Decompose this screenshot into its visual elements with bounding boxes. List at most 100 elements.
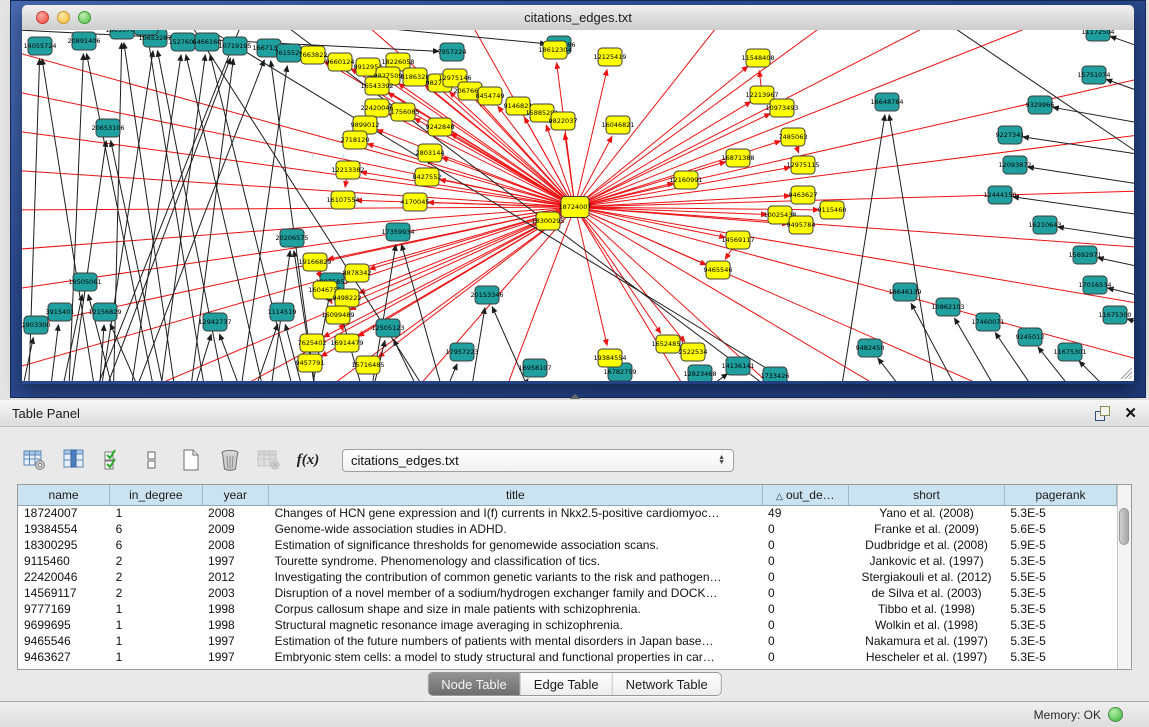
- table-cell[interactable]: 14569117: [18, 585, 110, 601]
- table-row[interactable]: 1456911722003Disruption of a novel membe…: [18, 585, 1117, 601]
- table-cell[interactable]: 5.3E-5: [1004, 585, 1116, 601]
- graph-node[interactable]: 16914479: [330, 334, 363, 352]
- table-cell[interactable]: 0: [762, 553, 849, 569]
- graph-node[interactable]: 3915401: [46, 303, 75, 321]
- graph-node[interactable]: 1114519: [268, 303, 297, 321]
- table-cell[interactable]: 0: [762, 537, 849, 553]
- graph-node[interactable]: 7663822: [299, 46, 328, 64]
- zoom-window-icon[interactable]: [78, 11, 91, 24]
- graph-node[interactable]: 16871388: [721, 149, 754, 167]
- table-selector-dropdown[interactable]: citations_edges.txt ▲▼: [342, 449, 734, 472]
- float-panel-icon[interactable]: [1095, 406, 1110, 421]
- graph-node[interactable]: 17016534: [1078, 276, 1111, 294]
- graph-node[interactable]: 11548408: [741, 49, 774, 67]
- graph-node[interactable]: 9245012: [1016, 328, 1045, 346]
- graph-node[interactable]: 18724007: [558, 197, 591, 218]
- graph-node[interactable]: 1903300: [22, 316, 50, 334]
- graph-node[interactable]: 18612304: [538, 41, 571, 59]
- network-canvas[interactable]: 1405572420891406160537621065328715276026…: [22, 30, 1134, 381]
- graph-node[interactable]: 11675300: [1098, 306, 1131, 324]
- table-cell[interactable]: 5.5E-5: [1004, 569, 1116, 585]
- table-cell[interactable]: 0: [762, 601, 849, 617]
- graph-node[interactable]: 20153346: [470, 286, 503, 304]
- graph-node[interactable]: 12444150: [983, 186, 1016, 204]
- table-cell[interactable]: 5.6E-5: [1004, 521, 1116, 537]
- graph-node[interactable]: 15716485: [351, 356, 384, 374]
- graph-node[interactable]: 12823468: [683, 365, 716, 381]
- graph-node[interactable]: 4170045: [401, 193, 430, 211]
- table-cell[interactable]: 2008: [202, 505, 269, 521]
- graph-node[interactable]: 19166829: [298, 253, 331, 271]
- table-cell[interactable]: Embryonic stem cells: a model to study s…: [269, 649, 762, 665]
- table-row[interactable]: 1872400712008Changes of HCN gene express…: [18, 505, 1117, 521]
- table-cell[interactable]: Franke et al. (2009): [849, 521, 1005, 537]
- table-cell[interactable]: 18300295: [18, 537, 110, 553]
- table-cell[interactable]: 1: [110, 601, 202, 617]
- graph-node[interactable]: 16099489: [321, 306, 354, 324]
- table-row[interactable]: 946362711997Embryonic stem cells: a mode…: [18, 649, 1117, 665]
- table-cell[interactable]: 5.3E-5: [1004, 649, 1116, 665]
- graph-node[interactable]: 9227341: [996, 126, 1025, 144]
- graph-node[interactable]: 16210643: [1028, 216, 1061, 234]
- table-cell[interactable]: 6: [110, 521, 202, 537]
- table-cell[interactable]: 1: [110, 633, 202, 649]
- table-row[interactable]: 946554611997Estimation of the future num…: [18, 633, 1117, 649]
- graph-node[interactable]: 9498222: [333, 289, 362, 307]
- graph-node[interactable]: 12975115: [786, 156, 819, 174]
- graph-node[interactable]: 9660124: [326, 53, 355, 71]
- column-header-name[interactable]: name: [18, 485, 110, 505]
- table-cell[interactable]: 2: [110, 553, 202, 569]
- graph-node[interactable]: 6466160: [193, 33, 222, 51]
- table-cell[interactable]: 1997: [202, 633, 269, 649]
- graph-node[interactable]: 1733426: [761, 367, 790, 381]
- table-cell[interactable]: 0: [762, 569, 849, 585]
- graph-node[interactable]: 12156829: [88, 303, 121, 321]
- table-row[interactable]: 1830029562008Estimation of significance …: [18, 537, 1117, 553]
- table-cell[interactable]: Nakamura et al. (1997): [849, 633, 1005, 649]
- graph-node[interactable]: 15751074: [1077, 66, 1110, 84]
- table-cell[interactable]: 2008: [202, 537, 269, 553]
- graph-node[interactable]: 9457791: [296, 354, 325, 372]
- graph-node[interactable]: 15692971: [1068, 246, 1101, 264]
- table-cell[interactable]: 2: [110, 585, 202, 601]
- table-cell[interactable]: 0: [762, 521, 849, 537]
- graph-node[interactable]: 16543392: [360, 77, 393, 95]
- graph-node[interactable]: 17957223: [445, 343, 478, 361]
- graph-node[interactable]: 7957224: [438, 43, 467, 61]
- table-cell[interactable]: 5.3E-5: [1004, 617, 1116, 633]
- table-cell[interactable]: 5.3E-5: [1004, 633, 1116, 649]
- table-row[interactable]: 2242004622012Investigating the contribut…: [18, 569, 1117, 585]
- tab-network-table[interactable]: Network Table: [613, 673, 721, 695]
- graph-node[interactable]: 20206575: [275, 229, 308, 247]
- table-cell[interactable]: 2003: [202, 585, 269, 601]
- table-cell[interactable]: 19384554: [18, 521, 110, 537]
- table-cell[interactable]: Changes of HCN gene expression and I(f) …: [269, 505, 762, 521]
- graph-node[interactable]: 16107554: [326, 191, 359, 209]
- table-cell[interactable]: 6: [110, 537, 202, 553]
- graph-node[interactable]: 9482450: [856, 339, 885, 357]
- graph-node[interactable]: 8878342: [343, 264, 372, 282]
- table-cell[interactable]: 9463627: [18, 649, 110, 665]
- graph-node[interactable]: 9465546: [704, 261, 733, 279]
- column-checklist-icon[interactable]: [100, 447, 126, 473]
- graph-node[interactable]: 10862103: [931, 298, 964, 316]
- close-window-icon[interactable]: [36, 11, 49, 24]
- table-cell[interactable]: Yano et al. (2008): [849, 505, 1005, 521]
- column-header-pagerank[interactable]: pagerank: [1004, 485, 1116, 505]
- table-cell[interactable]: Genome-wide association studies in ADHD.: [269, 521, 762, 537]
- function-builder-icon[interactable]: f(x): [295, 447, 321, 473]
- graph-node[interactable]: 17460071: [971, 313, 1004, 331]
- delete-table-disabled-icon[interactable]: [256, 447, 282, 473]
- graph-node[interactable]: 17359934: [381, 223, 414, 241]
- graph-node[interactable]: 12213382: [331, 161, 364, 179]
- table-cell[interactable]: 0: [762, 617, 849, 633]
- table-cell[interactable]: Tibbo et al. (1998): [849, 601, 1005, 617]
- table-cell[interactable]: 22420046: [18, 569, 110, 585]
- graph-node[interactable]: 8427552: [413, 168, 442, 186]
- graph-node[interactable]: 7625402: [298, 334, 327, 352]
- table-cell[interactable]: Dudbridge et al. (2008): [849, 537, 1005, 553]
- graph-node[interactable]: 16648784: [870, 93, 903, 111]
- graph-node[interactable]: 8454749: [476, 87, 505, 105]
- trash-icon[interactable]: [217, 447, 243, 473]
- table-cell[interactable]: Wolkin et al. (1998): [849, 617, 1005, 633]
